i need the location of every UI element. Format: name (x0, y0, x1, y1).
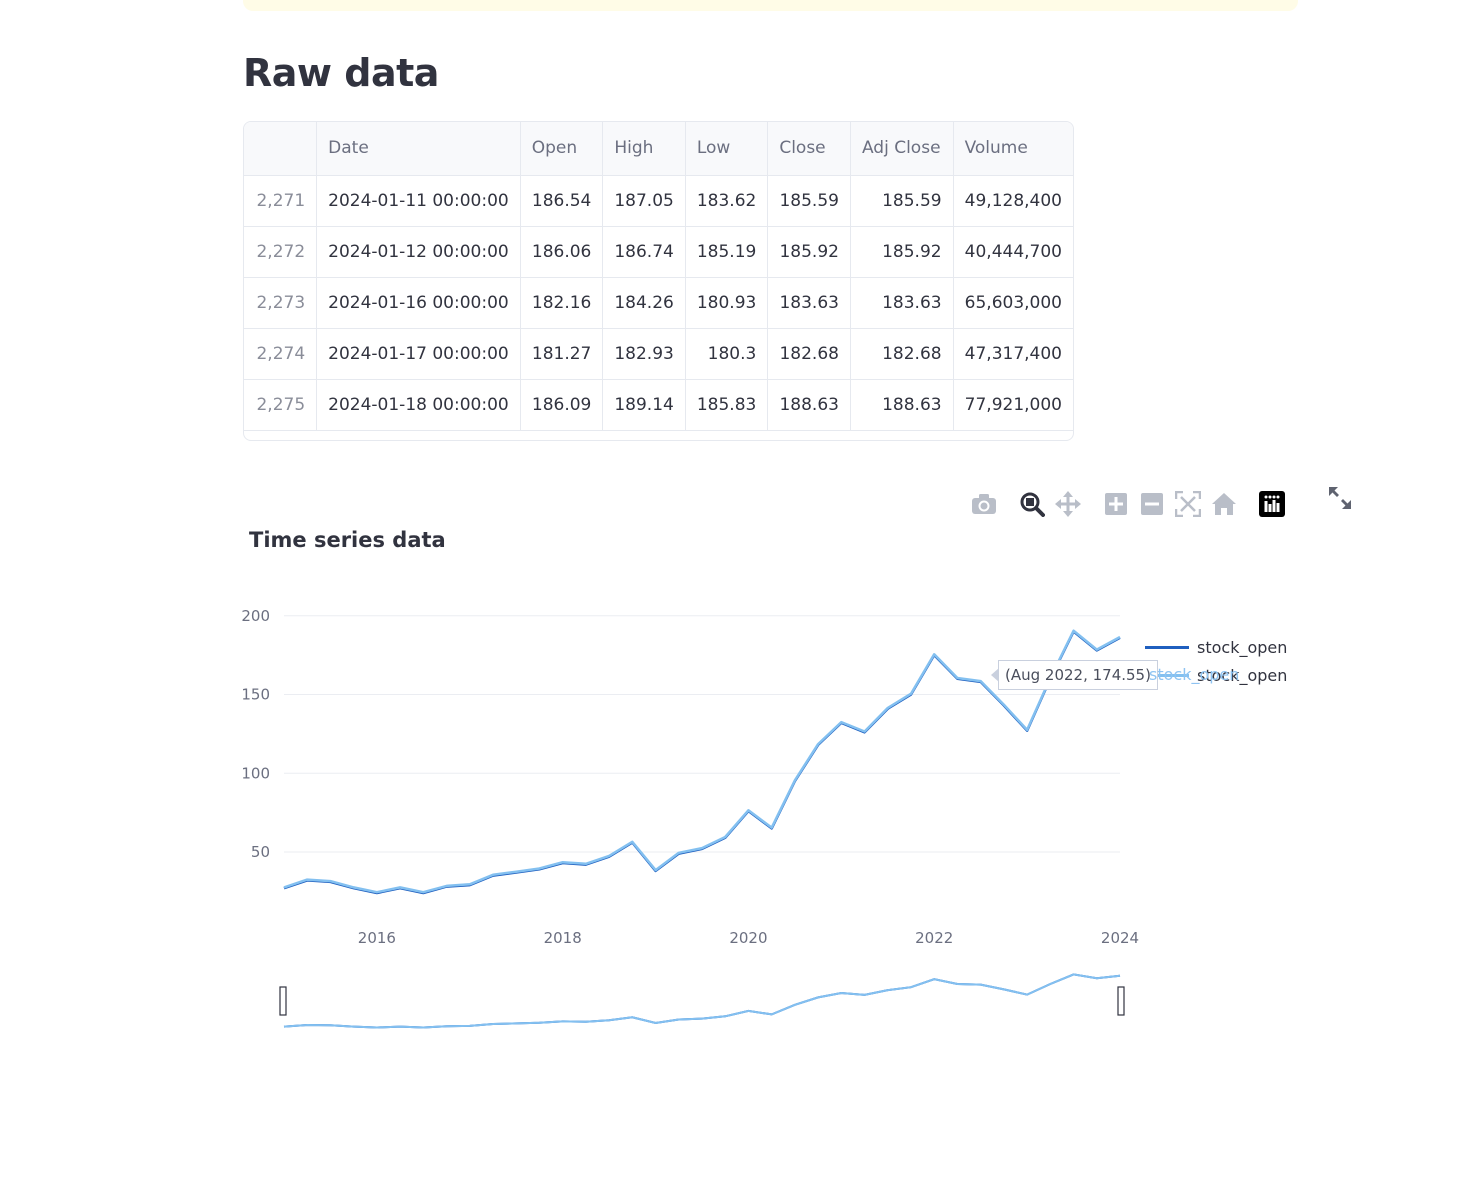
x-tick-label: 2022 (915, 929, 953, 947)
x-tick-label: 2020 (729, 929, 767, 947)
x-tick-label: 2024 (1101, 929, 1139, 947)
legend-label-1: stock_open (1197, 638, 1288, 657)
legend-swatch-1 (1145, 646, 1189, 649)
y-tick-label: 50 (251, 843, 270, 861)
y-tick-label: 150 (241, 686, 270, 704)
rangeslider-handle-left[interactable] (279, 986, 287, 1016)
y-tick-label: 100 (241, 764, 270, 782)
hover-tooltip: (Aug 2022, 174.55) (991, 660, 1158, 690)
y-tick-label: 200 (241, 607, 270, 625)
x-tick-label: 2016 (358, 929, 396, 947)
time-series-chart[interactable]: 50 100 150 200 2016 2018 2020 2022 2024 (0, 0, 1466, 1190)
hover-series-label: stock_open (1149, 665, 1240, 684)
rangeslider-line-2 (283, 973, 1121, 1029)
rangeslider-handle-right[interactable] (1117, 986, 1125, 1016)
x-tick-label: 2018 (544, 929, 582, 947)
legend-item-1[interactable]: stock_open (1145, 638, 1287, 657)
